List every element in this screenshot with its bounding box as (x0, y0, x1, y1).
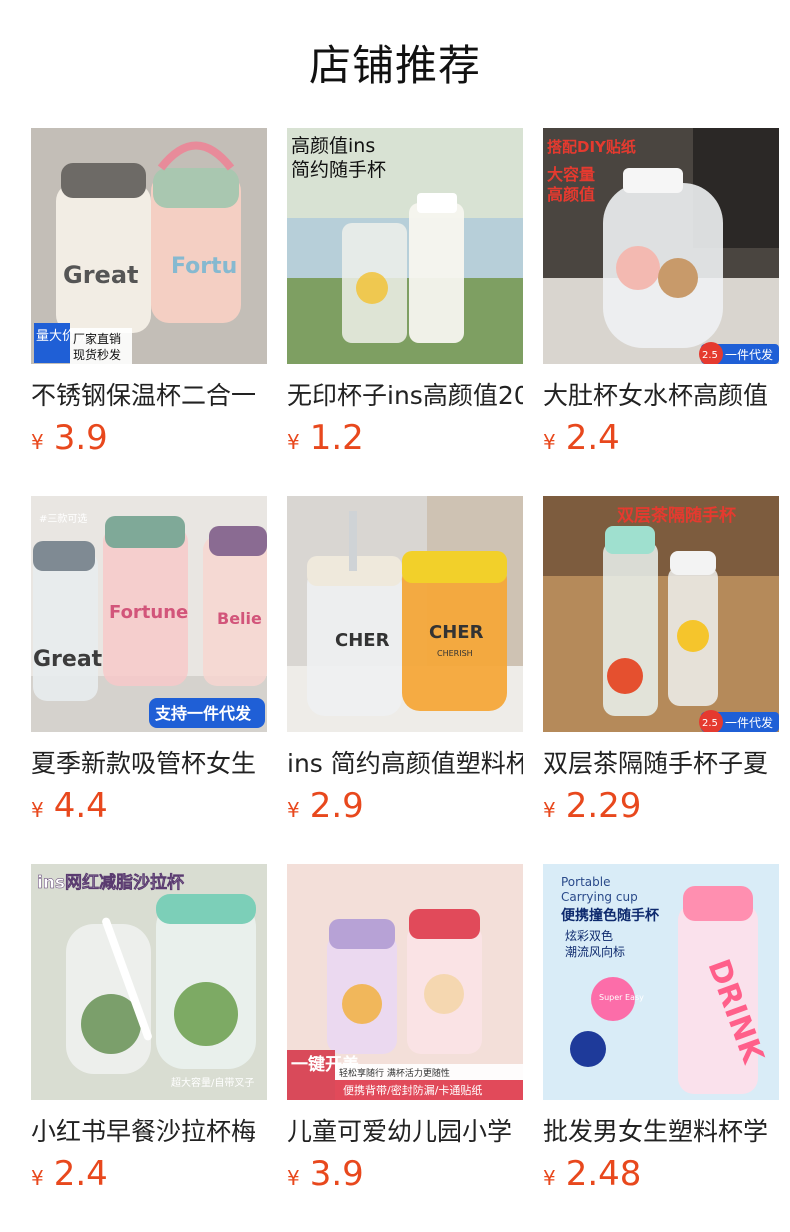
product-card[interactable]: #三款可选 Great Fortune Belie 支持一件代发 夏季新款吸管杯… (31, 496, 267, 864)
product-price: ¥ 3.9 (287, 1154, 523, 1194)
product-name[interactable]: 无印杯子ins高颜值20 (287, 378, 523, 414)
overlay-text: 大容量 (547, 165, 595, 184)
product-price: ¥ 2.4 (543, 418, 779, 458)
price-amount: 2.48 (565, 1154, 642, 1194)
product-image[interactable]: 一键开盖 轻松享随行 满杯活力更随性 便携背带/密封防漏/卡通贴纸 (287, 864, 523, 1100)
price-amount: 3.9 (53, 418, 108, 458)
overlay-text: 便携撞色随手杯 (561, 907, 660, 924)
product-card[interactable]: ins网红减脂沙拉杯 超大容量/自带叉子 小红书早餐沙拉杯梅 ¥ 2.4 (31, 864, 267, 1232)
price-amount: 1.2 (309, 418, 364, 458)
overlay-text: 高颜值ins (291, 135, 375, 157)
product-grid: Great Fortu 量大价优 厂家直销 现货秒发 不锈钢保温杯二合一 ¥ 3… (31, 128, 779, 1232)
product-price: ¥ 2.9 (287, 786, 523, 826)
product-price: ¥ 2.4 (31, 1154, 267, 1194)
badge-text: 现货秒发 (73, 347, 121, 362)
badge-text: 厂家直销 (73, 331, 121, 346)
product-image[interactable]: CHER CHER CHERISH (287, 496, 523, 732)
overlay-text: 简约随手杯 (291, 159, 386, 181)
product-name[interactable]: 批发男女生塑料杯学 (543, 1114, 779, 1150)
product-card[interactable]: Great Fortu 量大价优 厂家直销 现货秒发 不锈钢保温杯二合一 ¥ 3… (31, 128, 267, 496)
overlay-text: 轻松享随行 满杯活力更随性 (339, 1067, 450, 1079)
overlay-text: 便携背带/密封防漏/卡通贴纸 (343, 1083, 482, 1097)
product-name[interactable]: 小红书早餐沙拉杯梅 (31, 1114, 267, 1150)
product-name[interactable]: 不锈钢保温杯二合一 (31, 378, 267, 414)
overlay-text: CHERISH (437, 649, 473, 658)
badge-text: 一件代发 (725, 347, 773, 362)
badge-text: 2.5 (702, 718, 718, 729)
product-card[interactable]: 一键开盖 轻松享随行 满杯活力更随性 便携背带/密封防漏/卡通贴纸 儿童可爱幼儿… (287, 864, 523, 1232)
overlay-text: 超大容量/自带叉子 (171, 1076, 254, 1089)
overlay-text: #三款可选 (39, 512, 87, 525)
overlay-text: Carrying cup (561, 890, 638, 904)
overlay-text: CHER (429, 622, 484, 643)
overlay-text: 高颜值 (547, 185, 595, 204)
product-name[interactable]: 儿童可爱幼儿园小学 (287, 1114, 523, 1150)
product-name[interactable]: 大肚杯女水杯高颜值 (543, 378, 779, 414)
product-image[interactable]: ins网红减脂沙拉杯 超大容量/自带叉子 (31, 864, 267, 1100)
overlay-text: Belie (217, 609, 262, 628)
overlay-text: Portable (561, 875, 610, 889)
product-image[interactable]: 高颜值ins 简约随手杯 (287, 128, 523, 364)
product-card[interactable]: Portable Carrying cup 便携撞色随手杯 炫彩双色 潮流风向标… (543, 864, 779, 1232)
product-image[interactable]: Portable Carrying cup 便携撞色随手杯 炫彩双色 潮流风向标… (543, 864, 779, 1100)
price-amount: 3.9 (309, 1154, 364, 1194)
product-image[interactable]: #三款可选 Great Fortune Belie 支持一件代发 (31, 496, 267, 732)
product-price: ¥ 2.48 (543, 1154, 779, 1194)
price-amount: 2.29 (565, 786, 642, 826)
currency-symbol: ¥ (543, 1166, 556, 1190)
overlay-text: 炫彩双色 (565, 928, 613, 943)
product-image[interactable]: 搭配DIY贴纸 大容量 高颜值 2.5 一件代发 (543, 128, 779, 364)
product-card[interactable]: 双层茶隔随手杯 2.5 一件代发 双层茶隔随手杯子夏 ¥ 2.29 (543, 496, 779, 864)
currency-symbol: ¥ (31, 798, 44, 822)
product-card[interactable]: CHER CHER CHERISH ins 简约高颜值塑料杯 ¥ 2.9 (287, 496, 523, 864)
product-name[interactable]: 双层茶隔随手杯子夏 (543, 746, 779, 782)
section-title: 店铺推荐 (308, 41, 481, 90)
currency-symbol: ¥ (287, 1166, 300, 1190)
overlay-text: Super Easy (599, 993, 644, 1002)
overlay-text: CHER (335, 630, 390, 651)
price-amount: 4.4 (53, 786, 108, 826)
product-name[interactable]: ins 简约高颜值塑料杯 (287, 746, 523, 782)
badge-text: 一件代发 (725, 715, 773, 730)
great-text: Great (63, 261, 138, 289)
badge-text: 支持一件代发 (154, 704, 252, 723)
price-amount: 2.4 (565, 418, 620, 458)
product-price: ¥ 2.29 (543, 786, 779, 826)
product-name[interactable]: 夏季新款吸管杯女生 (31, 746, 267, 782)
product-card[interactable]: 高颜值ins 简约随手杯 无印杯子ins高颜值20 ¥ 1.2 (287, 128, 523, 496)
currency-symbol: ¥ (543, 430, 556, 454)
overlay-text: 搭配DIY贴纸 (547, 138, 636, 156)
currency-symbol: ¥ (287, 430, 300, 454)
overlay-text: 潮流风向标 (565, 944, 625, 959)
currency-symbol: ¥ (287, 798, 300, 822)
currency-symbol: ¥ (543, 798, 556, 822)
product-price: ¥ 1.2 (287, 418, 523, 458)
product-card[interactable]: 搭配DIY贴纸 大容量 高颜值 2.5 一件代发 大肚杯女水杯高颜值 ¥ 2.4 (543, 128, 779, 496)
currency-symbol: ¥ (31, 430, 44, 454)
overlay-text: Great (33, 647, 103, 672)
price-amount: 2.4 (53, 1154, 108, 1194)
overlay-text: Fortune (109, 602, 188, 623)
product-price: ¥ 3.9 (31, 418, 267, 458)
badge-text: 2.5 (702, 350, 718, 361)
currency-symbol: ¥ (31, 1166, 44, 1190)
product-image[interactable]: 双层茶隔随手杯 2.5 一件代发 (543, 496, 779, 732)
overlay-text: ins网红减脂沙拉杯 (37, 872, 184, 893)
price-amount: 2.9 (309, 786, 364, 826)
fortune-text: Fortu (171, 254, 237, 279)
overlay-text: 双层茶隔随手杯 (617, 505, 736, 526)
product-price: ¥ 4.4 (31, 786, 267, 826)
product-image[interactable]: Great Fortu 量大价优 厂家直销 现货秒发 (31, 128, 267, 364)
